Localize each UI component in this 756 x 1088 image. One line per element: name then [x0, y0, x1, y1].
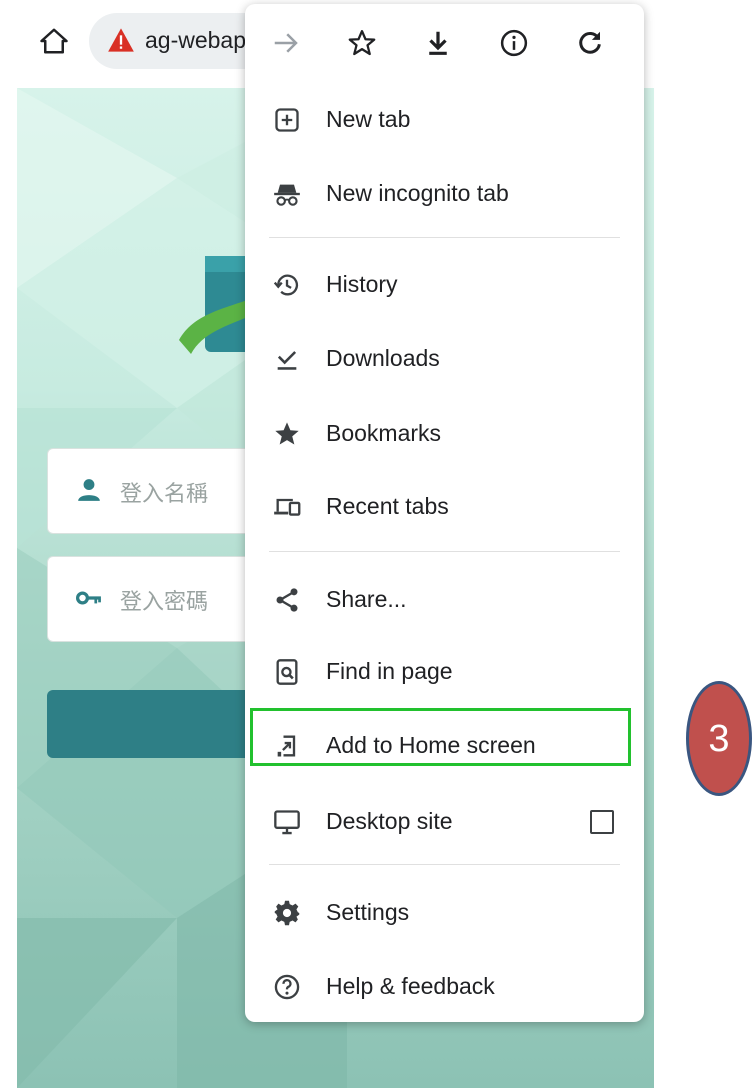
menu-item-history[interactable]: History	[245, 249, 644, 321]
user-icon	[78, 479, 100, 501]
plus-box-icon	[275, 108, 299, 132]
overflow-menu: New tab New incognito tab History Downlo…	[245, 4, 644, 1022]
devices-icon	[274, 498, 301, 516]
menu-item-label: Share...	[326, 586, 407, 612]
step-number-badge: 3	[686, 681, 752, 796]
help-icon	[274, 974, 300, 1000]
menu-toolbar	[245, 4, 644, 82]
history-icon	[273, 274, 299, 296]
menu-item-recent-tabs[interactable]: Recent tabs	[245, 471, 644, 543]
menu-item-label: Recent tabs	[326, 493, 449, 519]
menu-item-label: History	[326, 271, 398, 297]
menu-item-label: Help & feedback	[326, 973, 495, 999]
password-placeholder: 登入密碼	[120, 590, 209, 615]
menu-item-desktop-site[interactable]: Desktop site	[245, 786, 644, 858]
forward-icon[interactable]	[271, 28, 301, 58]
menu-item-share[interactable]: Share...	[245, 564, 644, 636]
menu-item-help-feedback[interactable]: Help & feedback	[245, 951, 644, 1022]
menu-divider	[269, 237, 620, 238]
desktop-icon	[274, 810, 300, 835]
download-icon[interactable]	[423, 28, 453, 58]
menu-item-settings[interactable]: Settings	[245, 877, 644, 949]
menu-divider	[269, 551, 620, 552]
menu-item-new-incognito-tab[interactable]: New incognito tab	[245, 158, 644, 230]
menu-item-new-tab[interactable]: New tab	[245, 84, 644, 156]
key-icon	[76, 591, 101, 605]
desktop-site-checkbox[interactable]	[590, 810, 614, 834]
menu-item-label: New incognito tab	[326, 180, 509, 206]
menu-item-label: Desktop site	[326, 808, 453, 834]
url-text: ag-webap	[145, 27, 247, 53]
menu-item-bookmarks[interactable]: Bookmarks	[245, 398, 644, 470]
share-icon	[276, 588, 298, 612]
menu-divider	[269, 864, 620, 865]
menu-item-downloads[interactable]: Downloads	[245, 323, 644, 395]
username-placeholder: 登入名稱	[120, 482, 209, 507]
gear-icon	[274, 900, 300, 926]
star-icon	[275, 422, 299, 445]
menu-item-label: Settings	[326, 899, 410, 925]
star-outline-icon[interactable]	[347, 28, 377, 58]
info-icon[interactable]	[499, 28, 529, 58]
menu-item-find-in-page[interactable]: Find in page	[245, 636, 644, 708]
warning-icon	[108, 28, 134, 52]
menu-item-label: Downloads	[326, 345, 440, 371]
downloads-icon	[277, 351, 297, 370]
menu-item-label: Bookmarks	[326, 420, 442, 446]
menu-item-label: New tab	[326, 106, 411, 132]
incognito-icon	[274, 184, 300, 206]
menu-item-label: Find in page	[326, 658, 453, 684]
step-highlight-box	[250, 708, 631, 766]
step-number: 3	[708, 718, 730, 760]
find-in-page-icon	[276, 659, 298, 685]
home-icon[interactable]	[39, 26, 69, 56]
refresh-icon[interactable]	[575, 28, 605, 58]
